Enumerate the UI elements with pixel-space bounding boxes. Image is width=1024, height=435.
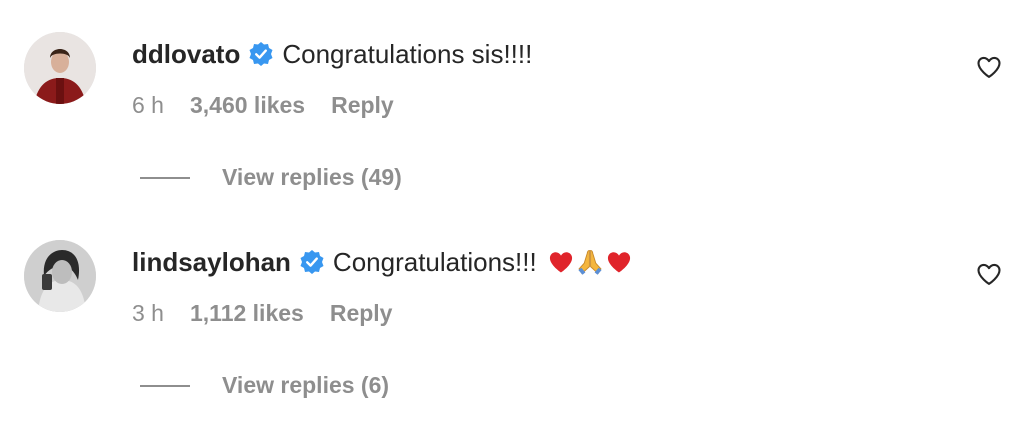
like-heart-icon[interactable] — [975, 260, 1003, 288]
emoji-group — [547, 248, 633, 276]
likes-count[interactable]: 1,112 likes — [190, 300, 304, 327]
comment-time: 3 h — [132, 300, 164, 326]
folded-hands-icon — [578, 249, 602, 275]
avatar-image — [24, 240, 96, 312]
view-replies-label: View replies (6) — [222, 372, 390, 398]
comment-text: Congratulations sis!!!! — [282, 39, 533, 69]
verified-badge-icon — [299, 249, 325, 275]
username[interactable]: lindsaylohan — [132, 246, 291, 278]
comment-time: 6 h — [132, 92, 164, 118]
likes-count[interactable]: 3,460 likes — [190, 92, 305, 119]
avatar[interactable] — [24, 240, 96, 312]
username[interactable]: ddlovato — [132, 38, 240, 70]
view-replies-button[interactable]: View replies (49) — [140, 164, 402, 191]
avatar-image — [24, 32, 96, 104]
red-heart-icon — [549, 252, 572, 273]
like-heart-icon[interactable] — [975, 53, 1003, 81]
reply-button[interactable]: Reply — [330, 300, 393, 327]
view-replies-button[interactable]: View replies (6) — [140, 372, 389, 399]
red-heart-icon — [607, 252, 630, 273]
verified-badge-icon — [248, 41, 274, 67]
replies-divider-line — [140, 176, 190, 179]
replies-divider-line — [140, 384, 190, 387]
avatar[interactable] — [24, 32, 96, 104]
comment-text: Congratulations!!! — [332, 247, 537, 277]
reply-button[interactable]: Reply — [331, 92, 394, 119]
view-replies-label: View replies (49) — [222, 164, 402, 190]
